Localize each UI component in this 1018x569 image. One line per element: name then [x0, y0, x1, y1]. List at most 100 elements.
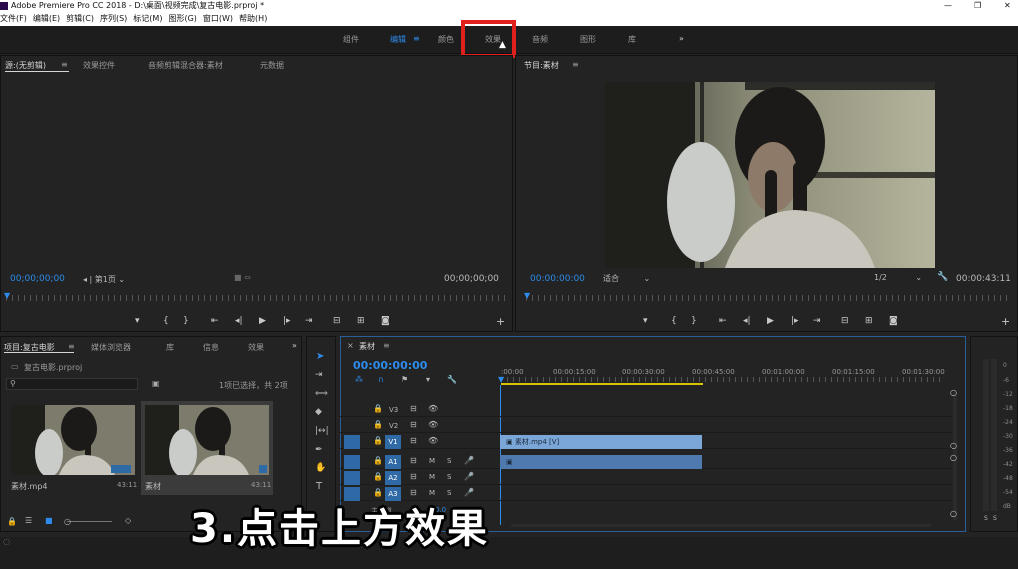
source-timecode-in[interactable]: 00;00;00;00	[10, 274, 65, 284]
audio-clip[interactable]: ▣	[500, 455, 702, 469]
menu-window[interactable]: 窗口(W)	[203, 14, 233, 23]
workspace-more-button[interactable]: »	[679, 34, 684, 43]
timeline-settings-icon[interactable]: 🔧	[447, 375, 457, 384]
play-icon[interactable]: ▶	[767, 316, 774, 326]
scroll-handle[interactable]: ○	[950, 388, 957, 397]
sync-icon[interactable]: ⊟	[410, 456, 417, 465]
slip-tool-icon[interactable]: |↔|	[315, 426, 329, 436]
linked-selection-icon[interactable]: ∩	[378, 375, 384, 384]
workspace-color[interactable]: 颜色	[438, 34, 454, 45]
overwrite-icon[interactable]: ⊞	[357, 316, 365, 326]
add-marker-icon[interactable]: ▾	[135, 316, 140, 326]
eye-icon[interactable]: 👁	[428, 404, 438, 413]
timeline-timecode[interactable]: 00:00:00:00	[353, 359, 427, 372]
step-back-icon[interactable]: ◂|	[235, 316, 243, 326]
horizontal-scrollbar[interactable]	[511, 524, 931, 527]
project-item-1[interactable]: 素材.mp4 43:11	[7, 401, 139, 495]
solo-button[interactable]: S	[447, 473, 451, 481]
play-icon[interactable]: ▶	[259, 316, 266, 326]
track-select-tool-icon[interactable]: ⇥	[315, 370, 323, 380]
menu-edit[interactable]: 编辑(E)	[33, 14, 60, 23]
mark-out-icon[interactable]: }	[691, 316, 697, 326]
track-target-a2[interactable]: A2	[385, 471, 401, 485]
source-patch-a2[interactable]	[344, 471, 360, 485]
sync-icon[interactable]: ⊟	[410, 404, 417, 413]
microphone-icon[interactable]: 🎤	[464, 472, 474, 481]
source-menu-icon[interactable]: ≡	[61, 60, 68, 69]
zoom-slider-handle[interactable]: ○	[64, 517, 71, 526]
project-item-2[interactable]: 素材 43:11	[141, 401, 273, 495]
lock-icon[interactable]: 🔒	[373, 436, 383, 445]
solo-right-button[interactable]: S	[993, 515, 997, 522]
mark-in-icon[interactable]: {	[163, 316, 169, 326]
panel-more-icon[interactable]: »	[292, 341, 297, 350]
source-patch-v1[interactable]	[344, 435, 360, 449]
tab-effect-controls[interactable]: 效果控件	[83, 60, 115, 71]
sync-icon[interactable]: ⊟	[410, 436, 417, 445]
icon-view-icon[interactable]: ■	[45, 516, 53, 525]
close-tab-icon[interactable]: ×	[347, 341, 354, 350]
lock-icon[interactable]: 🔒	[7, 517, 17, 526]
type-tool-icon[interactable]: T	[316, 481, 322, 492]
program-title[interactable]: 节目:素材	[524, 60, 559, 71]
wrench-icon[interactable]: 🔧	[937, 272, 948, 282]
source-playhead[interactable]: ▼	[4, 291, 10, 300]
tab-source[interactable]: 源:(无剪辑)	[5, 60, 46, 71]
minimize-icon[interactable]: —	[944, 0, 952, 12]
go-to-out-icon[interactable]: ⇥	[813, 316, 821, 326]
mute-button[interactable]: M	[429, 473, 435, 481]
close-icon[interactable]: ✕	[1004, 0, 1011, 12]
menu-sequence[interactable]: 序列(S)	[100, 14, 127, 23]
add-marker-icon[interactable]: ▾	[643, 316, 648, 326]
sort-icon[interactable]: ◇	[125, 516, 131, 525]
insert-icon[interactable]: ⊟	[333, 316, 341, 326]
selection-tool-icon[interactable]: ➤	[316, 351, 324, 362]
program-timecode[interactable]: 00:00:00:00	[530, 274, 585, 284]
resolution-select[interactable]: 1/2 ⌄	[874, 273, 922, 282]
workspace-editing[interactable]: 编辑	[390, 34, 406, 45]
go-to-out-icon[interactable]: ⇥	[305, 316, 313, 326]
solo-left-button[interactable]: S	[984, 515, 988, 522]
workspace-menu-icon[interactable]: ≡	[413, 34, 420, 43]
extract-icon[interactable]: ⊞	[865, 316, 873, 326]
lock-icon[interactable]: 🔒	[373, 404, 383, 413]
program-menu-icon[interactable]: ≡	[572, 60, 579, 69]
tab-libraries[interactable]: 库	[166, 342, 174, 353]
menu-marker[interactable]: 标记(M)	[133, 14, 162, 23]
step-forward-icon[interactable]: |▸	[791, 316, 799, 326]
mark-in-icon[interactable]: {	[671, 316, 677, 326]
step-forward-icon[interactable]: |▸	[283, 316, 291, 326]
tab-info[interactable]: 信息	[203, 342, 219, 353]
tab-metadata[interactable]: 元数据	[260, 60, 284, 71]
workspace-graphics[interactable]: 图形	[580, 34, 596, 45]
new-bin-icon[interactable]: ▣	[152, 379, 160, 388]
menu-clip[interactable]: 剪辑(C)	[66, 14, 94, 23]
zoom-slider[interactable]	[67, 521, 112, 522]
eye-icon[interactable]: 👁	[428, 420, 438, 429]
track-target-v1[interactable]: V1	[385, 435, 401, 449]
menu-help[interactable]: 帮助(H)	[239, 14, 267, 23]
list-view-icon[interactable]: ☰	[25, 516, 32, 525]
menu-file[interactable]: 文件(F)	[0, 14, 27, 23]
workspace-audio[interactable]: 音频	[532, 34, 548, 45]
page-select[interactable]: ◂ | 第1页 ⌄	[83, 274, 125, 285]
snap-icon[interactable]: ⁂	[355, 375, 363, 384]
sync-icon[interactable]: ⊟	[410, 420, 417, 429]
hand-tool-icon[interactable]: ✋	[315, 463, 326, 473]
lock-icon[interactable]: 🔒	[373, 456, 383, 465]
add-button-icon[interactable]: +	[496, 315, 505, 328]
pen-tool-icon[interactable]: ✒	[315, 445, 323, 455]
lock-icon[interactable]: 🔒	[373, 420, 383, 429]
razor-tool-icon[interactable]: ◆	[315, 407, 322, 417]
camera-icon[interactable]: ◙	[889, 316, 898, 326]
tab-effects[interactable]: 效果	[248, 342, 264, 353]
mute-button[interactable]: M	[429, 457, 435, 465]
microphone-icon[interactable]: 🎤	[464, 456, 474, 465]
track-target-a1[interactable]: A1	[385, 455, 401, 469]
settings-icon[interactable]: ■ ⇔	[234, 273, 251, 282]
mark-out-icon[interactable]: }	[183, 316, 189, 326]
maximize-icon[interactable]: ❐	[974, 0, 981, 12]
ripple-edit-tool-icon[interactable]: ⟺	[315, 389, 328, 399]
sync-icon[interactable]: ⊟	[410, 472, 417, 481]
tab-sequence[interactable]: 素材	[359, 341, 375, 352]
